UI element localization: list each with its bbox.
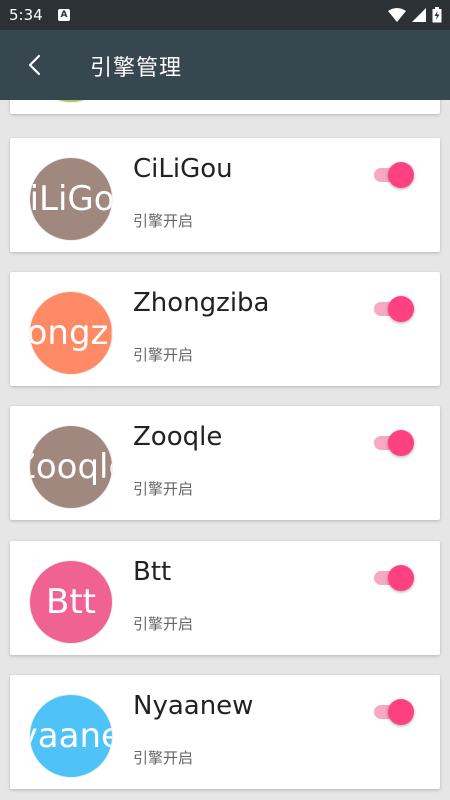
wifi-icon [388, 8, 406, 22]
engine-name: Zhongziba [133, 288, 270, 318]
engine-status: 引擎开启 [133, 212, 194, 230]
engine-status: 引擎开启 [133, 749, 194, 767]
engine-toggle[interactable] [370, 563, 416, 593]
engine-toggle[interactable] [370, 428, 416, 458]
engine-avatar: Zhongziba [30, 292, 112, 374]
engine-name: Btt [133, 557, 172, 587]
engine-avatar: Zooqle [30, 426, 112, 508]
avatar-text: Zooqle [30, 447, 112, 487]
engine-name: Zooqle [133, 422, 223, 452]
status-icons [388, 7, 442, 23]
back-arrow-icon [28, 54, 41, 76]
engine-avatar [30, 100, 112, 102]
engine-toggle[interactable] [370, 697, 416, 727]
avatar-text: Nyaanew [30, 716, 112, 756]
avatar-text: CiLiGou [30, 179, 112, 219]
status-bar: 5:34 A [0, 0, 450, 30]
status-time: 5:34 [9, 6, 43, 24]
engine-card-zhongziba[interactable]: Zhongziba Zhongziba 引擎开启 [10, 272, 440, 386]
engine-toggle[interactable] [370, 160, 416, 190]
toggle-thumb [388, 430, 414, 456]
engine-card-partial[interactable] [10, 100, 440, 114]
battery-icon [432, 7, 442, 23]
engine-status: 引擎开启 [133, 615, 194, 633]
engine-name: CiLiGou [133, 154, 233, 184]
app-bar: 引擎管理 [0, 30, 450, 100]
engine-name: Nyaanew [133, 691, 254, 721]
avatar-text: Zhongziba [30, 313, 112, 353]
toggle-thumb [388, 565, 414, 591]
engine-toggle[interactable] [370, 294, 416, 324]
page-title: 引擎管理 [90, 56, 183, 81]
toggle-thumb [388, 699, 414, 725]
notification-icon: A [58, 9, 70, 21]
engine-card-btt[interactable]: Btt Btt 引擎开启 [10, 541, 440, 655]
engine-card-ciligou[interactable]: CiLiGou CiLiGou 引擎开启 [10, 138, 440, 252]
signal-icon [412, 8, 426, 22]
avatar-text: Btt [46, 582, 96, 622]
toggle-thumb [388, 296, 414, 322]
engine-status: 引擎开启 [133, 346, 194, 364]
engine-list[interactable]: CiLiGou CiLiGou 引擎开启 Zhongziba Zhongziba… [0, 100, 450, 800]
engine-card-nyaanew[interactable]: Nyaanew Nyaanew 引擎开启 [10, 675, 440, 789]
engine-status: 引擎开启 [133, 480, 194, 498]
engine-card-zooqle[interactable]: Zooqle Zooqle 引擎开启 [10, 406, 440, 520]
toggle-thumb [388, 162, 414, 188]
engine-avatar: CiLiGou [30, 158, 112, 240]
back-button[interactable] [18, 47, 54, 83]
engine-avatar: Btt [30, 561, 112, 643]
engine-avatar: Nyaanew [30, 695, 112, 777]
